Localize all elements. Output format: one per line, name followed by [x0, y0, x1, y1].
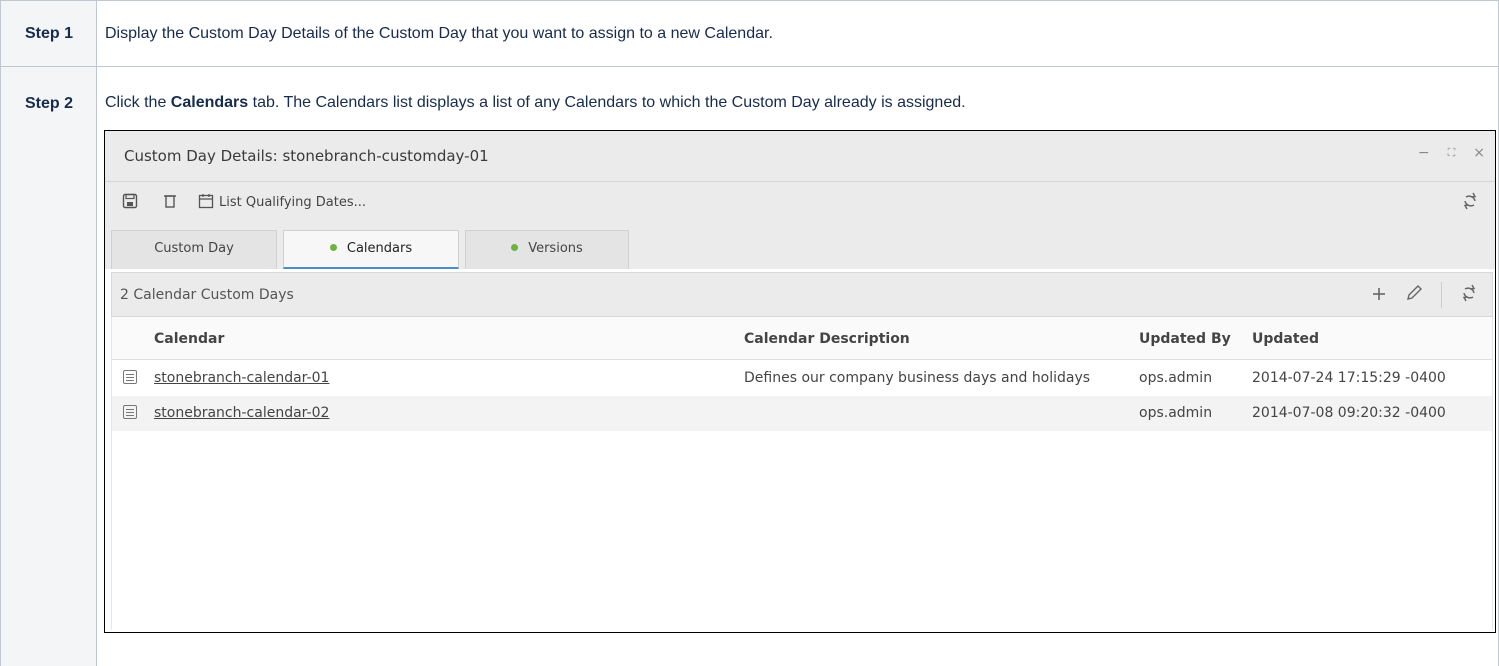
step-1-label-cell: Step 1: [1, 1, 97, 66]
record-icon: [123, 405, 137, 419]
updated-by: ops.admin: [1139, 370, 1213, 386]
window-controls: − ⛶ ×: [1418, 145, 1485, 161]
step-2-text-before: Click the: [105, 94, 171, 111]
toolbar: List Qualifying Dates...: [105, 182, 1495, 224]
column-header-description[interactable]: Calendar Description: [744, 331, 910, 347]
step-1-text: Display the Custom Day Details of the Cu…: [105, 25, 773, 42]
save-icon[interactable]: [121, 193, 139, 211]
refresh-icon[interactable]: [1461, 192, 1479, 215]
custom-day-details-window: Custom Day Details: stonebranch-customda…: [104, 130, 1496, 633]
step-2-text: Click the Calendars tab. The Calendars l…: [105, 94, 966, 112]
calendar-description: Defines our company business days and ho…: [744, 370, 1091, 386]
calendar-link[interactable]: stonebranch-calendar-02: [154, 405, 329, 421]
column-header-calendar[interactable]: Calendar: [154, 331, 224, 347]
column-header-updated[interactable]: Updated: [1252, 331, 1319, 347]
updated-by: ops.admin: [1139, 405, 1213, 421]
calendar-link[interactable]: stonebranch-calendar-01: [154, 370, 329, 386]
maximize-icon[interactable]: ⛶: [1448, 145, 1456, 161]
grid-header: Calendar Calendar Description Updated By…: [112, 317, 1492, 360]
list-header: 2 Calendar Custom Days: [111, 272, 1493, 317]
status-dot-icon: [511, 244, 519, 251]
column-header-updated-by[interactable]: Updated By: [1139, 331, 1231, 347]
window-title-bar: Custom Day Details: stonebranch-customda…: [105, 131, 1495, 182]
tab-versions[interactable]: Versions: [465, 230, 629, 269]
step-2-text-bold: Calendars: [170, 94, 249, 111]
step-1-row: Step 1 Display the Custom Day Details of…: [0, 0, 1499, 67]
tab-calendars-label: Calendars: [346, 241, 413, 256]
calendar-icon[interactable]: [197, 193, 215, 211]
calendars-grid: Calendar Calendar Description Updated By…: [111, 317, 1493, 630]
toolbar-divider: [1441, 282, 1442, 308]
list-refresh-icon[interactable]: [1460, 283, 1478, 307]
tab-custom-day-label: Custom Day: [154, 241, 234, 256]
tab-calendars[interactable]: Calendars: [283, 230, 459, 269]
step-2-label: Step 2: [24, 95, 73, 112]
record-icon: [123, 370, 137, 384]
add-icon[interactable]: [1371, 283, 1387, 307]
list-qualifying-dates-button[interactable]: List Qualifying Dates...: [219, 195, 366, 210]
edit-icon[interactable]: [1405, 283, 1423, 307]
tab-custom-day[interactable]: Custom Day: [111, 230, 277, 269]
table-row[interactable]: stonebranch-calendar-01 Defines our comp…: [112, 361, 1492, 396]
window-title: Custom Day Details: stonebranch-customda…: [124, 147, 489, 165]
updated-date: 2014-07-24 17:15:29 -0400: [1252, 370, 1446, 386]
status-dot-icon: [329, 244, 337, 251]
table-row[interactable]: stonebranch-calendar-02 ops.admin 2014-0…: [112, 396, 1492, 431]
list-actions: [1371, 282, 1478, 308]
delete-icon[interactable]: [161, 193, 179, 211]
step-2-text-after: tab. The Calendars list displays a list …: [248, 94, 966, 111]
tab-bar: Custom Day Calendars Versions: [105, 224, 1495, 269]
step-2-label-cell: Step 2: [1, 67, 97, 666]
close-icon[interactable]: ×: [1473, 145, 1485, 161]
minimize-icon[interactable]: −: [1418, 145, 1430, 161]
step-1-label: Step 1: [24, 25, 73, 42]
record-count: 2 Calendar Custom Days: [120, 287, 294, 303]
tab-versions-label: Versions: [528, 241, 583, 256]
updated-date: 2014-07-08 09:20:32 -0400: [1252, 405, 1446, 421]
